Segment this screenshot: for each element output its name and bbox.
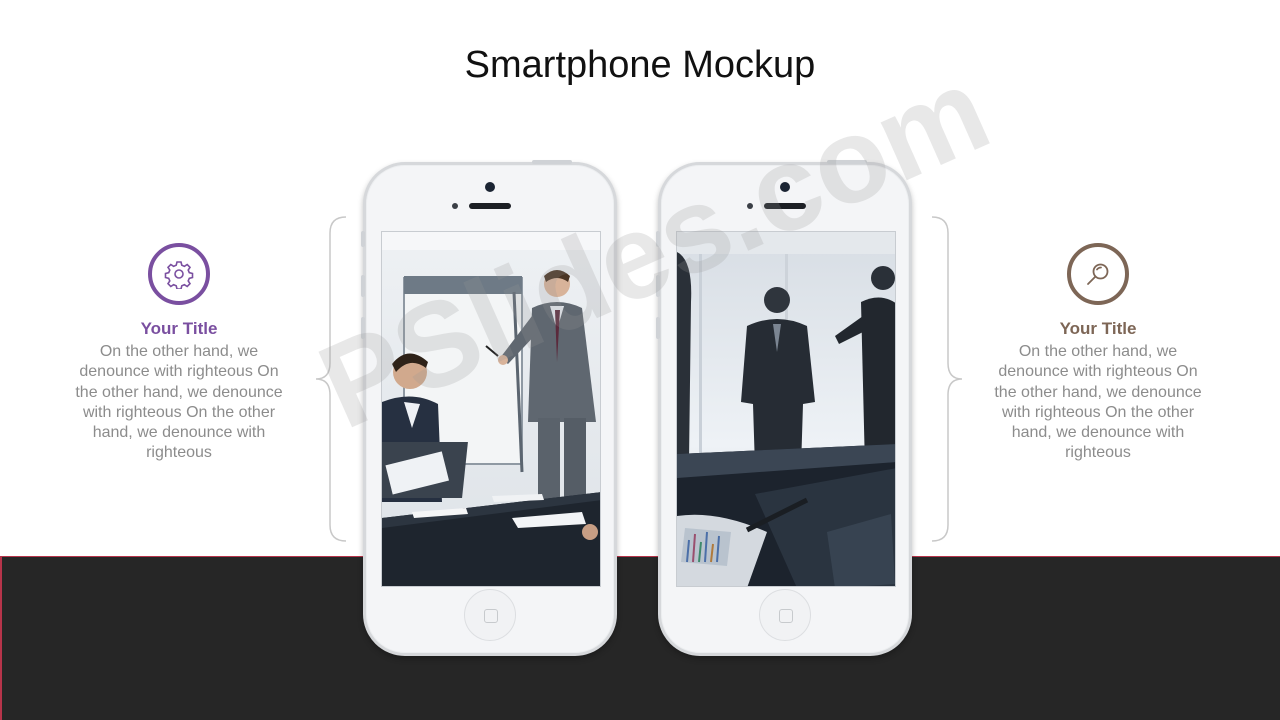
magnifier-icon (1067, 243, 1129, 305)
right-info-block: Your Title On the other hand, we denounc… (978, 243, 1218, 464)
slide: Smartphone Mockup Your Title On the othe… (0, 0, 1280, 720)
smartphone-right (656, 160, 912, 656)
smartphone-left (361, 160, 617, 656)
volume-up-button (656, 275, 660, 297)
front-camera (780, 182, 790, 192)
phone-screen-photo (381, 231, 601, 587)
right-block-title: Your Title (1059, 319, 1137, 338)
mute-switch (361, 231, 365, 247)
mute-switch (656, 231, 660, 247)
business-meeting-photo (382, 232, 600, 586)
left-bracket (315, 216, 347, 542)
front-camera (485, 182, 495, 192)
slide-title: Smartphone Mockup (464, 44, 816, 86)
left-block-title: Your Title (140, 319, 218, 338)
right-bracket (931, 216, 963, 542)
gear-icon (148, 243, 210, 305)
volume-down-button (656, 317, 660, 339)
proximity-sensor (747, 203, 753, 209)
left-block-text: On the other hand, we denounce with righ… (75, 343, 283, 462)
left-info-block: Your Title On the other hand, we denounc… (59, 243, 299, 464)
right-block-text: On the other hand, we denounce with righ… (994, 343, 1202, 462)
silhouettes-business-people-photo (677, 232, 895, 586)
phone-screen-photo (676, 231, 896, 587)
earpiece-speaker (764, 203, 806, 209)
proximity-sensor (452, 203, 458, 209)
bottom-band (0, 556, 1280, 720)
volume-down-button (361, 317, 365, 339)
volume-up-button (361, 275, 365, 297)
earpiece-speaker (469, 203, 511, 209)
home-button (464, 589, 516, 641)
power-button (827, 160, 867, 164)
power-button (532, 160, 572, 164)
home-button (759, 589, 811, 641)
